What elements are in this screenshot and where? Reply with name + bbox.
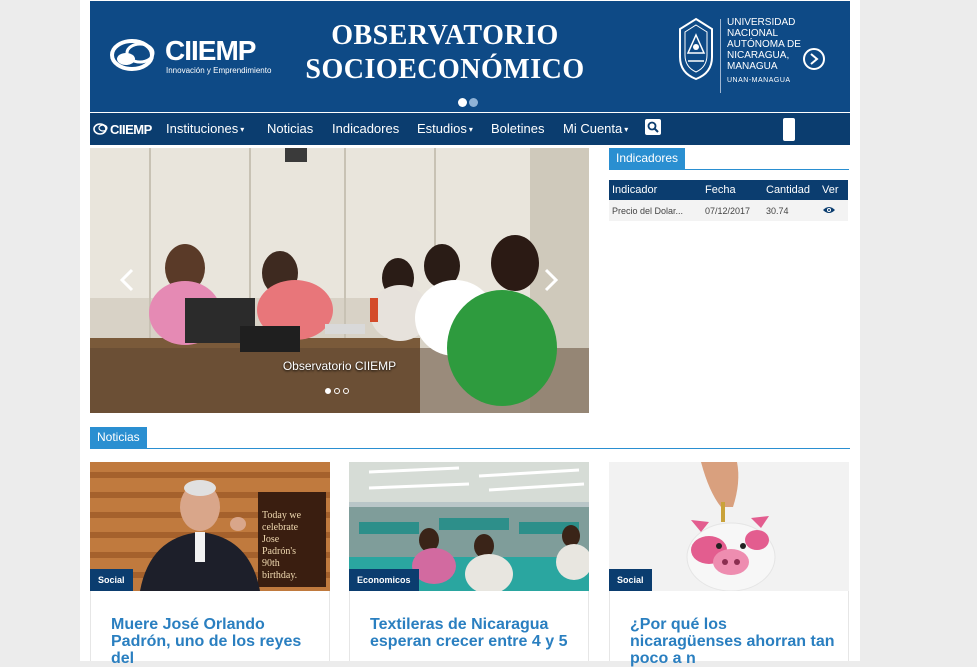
news-image[interactable]: Today we celebrate Jose Padrón's 90th bi…: [90, 462, 330, 591]
banner-slide-indicators: [458, 94, 480, 112]
category-badge[interactable]: Economicos: [349, 569, 419, 591]
banner-next-button[interactable]: [803, 48, 825, 70]
news-body: Textileras de Nicaragua esperan crecer e…: [349, 591, 589, 661]
news-body: ¿Por qué los nicaragüenses ahorran tan p…: [609, 591, 849, 667]
news-card[interactable]: Social ¿Por qué los nicaragüenses ahorra…: [609, 462, 849, 667]
nav-item-instituciones[interactable]: Instituciones ▾: [166, 121, 244, 136]
nav-item-estudios[interactable]: Estudios ▾: [417, 121, 473, 136]
category-badge[interactable]: Social: [90, 569, 133, 591]
carousel-next-button[interactable]: [542, 267, 560, 293]
table-row: Precio del Dolar... 07/12/2017 30.74: [609, 200, 848, 221]
search-button[interactable]: [645, 119, 661, 135]
search-icon: [647, 121, 659, 133]
site-title: OBSERVATORIO SOCIOECONÓMICO: [300, 19, 590, 87]
tab-indicadores[interactable]: Indicadores: [609, 148, 686, 169]
cell-fecha: 07/12/2017: [702, 200, 763, 221]
column-header: Indicador: [609, 180, 702, 200]
carousel-dot-active[interactable]: [325, 388, 331, 394]
university-line: MANAGUA: [727, 61, 778, 72]
news-image[interactable]: Economicos: [349, 462, 589, 591]
unan-seal-icon[interactable]: [676, 17, 716, 81]
news-title[interactable]: Textileras de Nicaragua esperan crecer e…: [370, 616, 580, 650]
column-header: Fecha: [702, 180, 763, 200]
column-header: Ver: [819, 180, 848, 200]
image-overlay-line: Padrón's: [262, 546, 297, 557]
carousel-indicators: [325, 381, 352, 399]
main-navbar: CIIEMP Instituciones ▾ Noticias Indicador…: [90, 113, 850, 145]
logo-tagline: Innovación y Emprendimiento: [166, 66, 272, 75]
image-overlay-line: Today we: [262, 510, 302, 521]
nav-item-label: Instituciones: [166, 121, 239, 136]
university-short: UNAN-MANAGUA: [727, 77, 791, 84]
tab-noticias[interactable]: Noticias: [90, 427, 147, 448]
category-badge[interactable]: Social: [609, 569, 652, 591]
table-header-row: Indicador Fecha Cantidad Ver: [609, 180, 848, 200]
carousel-dot[interactable]: [343, 388, 349, 394]
header-banner: CIIEMP Innovación y Emprendimiento OBSER…: [90, 1, 850, 112]
ciiemp-swirl-icon: [93, 123, 108, 135]
university-line: UNIVERSIDAD: [727, 17, 796, 28]
carousel-prev-button[interactable]: [118, 267, 136, 293]
news-card[interactable]: Economicos Textileras de Nicaragua esper…: [349, 462, 589, 661]
hero-carousel: Observatorio CIIEMP: [90, 148, 589, 413]
chevron-right-icon: [810, 53, 819, 65]
nav-item-label: Boletines: [491, 121, 545, 136]
cell-indicador: Precio del Dolar...: [609, 200, 702, 221]
nav-item-indicadores[interactable]: Indicadores: [332, 121, 399, 136]
image-overlay-line: 90th: [262, 558, 280, 569]
university-line: NICARAGUA,: [727, 50, 790, 61]
cell-ver[interactable]: [819, 200, 848, 221]
nav-logo[interactable]: CIIEMP: [93, 122, 152, 141]
nav-item-boletines[interactable]: Boletines: [491, 121, 544, 136]
image-overlay-line: celebrate: [262, 522, 299, 533]
nav-item-label: Estudios: [417, 121, 467, 136]
site-title-line2: SOCIOECONÓMICO: [305, 54, 585, 85]
caret-down-icon: ▾: [240, 125, 245, 134]
indicators-table: Indicador Fecha Cantidad Ver Precio del …: [609, 180, 848, 221]
university-line: AUTÓNOMA DE: [727, 39, 801, 50]
news-card[interactable]: Today we celebrate Jose Padrón's 90th bi…: [90, 462, 330, 667]
logo-brand: CIIEMP: [165, 35, 256, 66]
image-overlay-text: Today we celebrate Jose Padrón's 90th bi…: [262, 510, 301, 582]
nav-item-label: Indicadores: [332, 121, 400, 136]
nav-item-mi-cuenta[interactable]: Mi Cuenta ▾: [563, 121, 628, 136]
nav-logo-text: CIIEMP: [110, 122, 152, 137]
university-name: UNIVERSIDAD NACIONAL AUTÓNOMA DE NICARAG…: [727, 17, 801, 86]
indicadores-underline: [609, 169, 849, 170]
noticias-underline: [90, 448, 850, 449]
caret-down-icon: ▾: [624, 125, 629, 134]
nav-item-noticias[interactable]: Noticias: [267, 121, 313, 136]
carousel-dot[interactable]: [334, 388, 340, 394]
nav-item-label: Noticias: [267, 121, 314, 136]
news-title[interactable]: ¿Por qué los nicaragüenses ahorran tan p…: [630, 616, 840, 667]
banner-dot[interactable]: [469, 98, 478, 107]
banner-dot-active[interactable]: [458, 98, 467, 107]
news-body: Muere José Orlando Padrón, uno de los re…: [90, 591, 330, 667]
cell-cantidad: 30.74: [763, 200, 819, 221]
site-title-line1: OBSERVATORIO: [331, 20, 559, 51]
carousel-caption: Observatorio CIIEMP: [282, 359, 397, 373]
ciiemp-swirl-icon: [110, 39, 155, 71]
eye-icon[interactable]: [822, 205, 836, 215]
nav-item-label: Mi Cuenta: [563, 121, 623, 136]
news-image[interactable]: Social: [609, 462, 849, 591]
image-overlay-line: Jose: [262, 534, 280, 545]
column-header: Cantidad: [763, 180, 819, 200]
unan-divider: [720, 19, 721, 93]
page: CIIEMP Innovación y Emprendimiento OBSER…: [80, 0, 860, 667]
nav-search-input[interactable]: [783, 118, 795, 141]
news-title[interactable]: Muere José Orlando Padrón, uno de los re…: [111, 616, 321, 667]
university-line: NACIONAL: [727, 28, 779, 39]
caret-down-icon: ▾: [468, 125, 473, 134]
image-overlay-line: birthday.: [262, 570, 298, 581]
carousel-photo: [90, 148, 589, 413]
